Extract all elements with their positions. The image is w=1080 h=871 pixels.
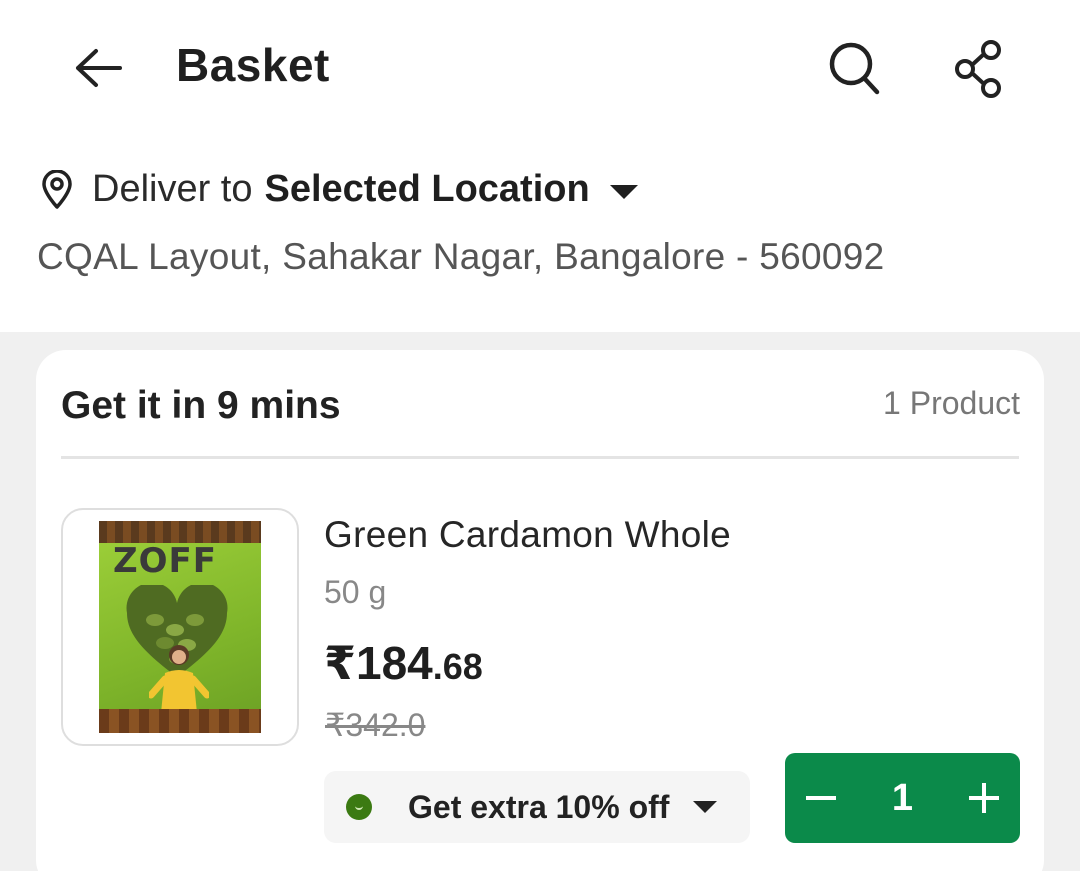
product-count: 1 Product: [883, 385, 1020, 421]
chevron-down-icon: [693, 801, 718, 813]
location-selector[interactable]: Deliver to Selected Location: [38, 168, 638, 211]
product-image[interactable]: ZOFF: [61, 508, 299, 746]
quantity-value: 1: [891, 776, 914, 819]
share-button[interactable]: [946, 36, 1012, 102]
back-button[interactable]: [70, 42, 128, 94]
share-icon: [955, 40, 1001, 98]
page-title: Basket: [176, 39, 330, 91]
divider: [61, 456, 1019, 459]
price-currency: ₹: [324, 637, 357, 689]
chevron-down-icon: [609, 184, 638, 199]
search-button[interactable]: [822, 36, 888, 102]
product-price: ₹184.68: [324, 636, 483, 690]
selected-location-label: Selected Location: [264, 168, 590, 210]
quantity-stepper: 1: [785, 753, 1020, 843]
search-icon: [829, 42, 880, 95]
offer-label: Get extra 10% off: [408, 788, 670, 825]
offer-badge-icon: [346, 794, 372, 820]
location-pin-icon: [38, 169, 76, 210]
product-name[interactable]: Green Cardamon Whole: [324, 514, 731, 556]
product-pack-illustration: ZOFF: [99, 521, 261, 733]
decrease-quantity-button[interactable]: [785, 753, 857, 843]
product-mrp: ₹342.0: [325, 707, 426, 743]
price-decimal: .68: [432, 646, 483, 687]
increase-quantity-button[interactable]: [948, 753, 1020, 843]
brand-logo: ZOFF: [113, 541, 218, 581]
basket-card: Get it in 9 mins 1 Product ZOFF Green Ca…: [36, 350, 1044, 871]
arrow-left-icon: [76, 49, 122, 87]
minus-icon: [806, 796, 836, 800]
product-weight: 50 g: [324, 574, 387, 610]
delivery-eta: Get it in 9 mins: [61, 384, 341, 427]
delivery-address: CQAL Layout, Sahakar Nagar, Bangalore - …: [37, 236, 885, 277]
extra-offer-dropdown[interactable]: Get extra 10% off: [324, 771, 750, 843]
deliver-to-label: Deliver to: [92, 168, 253, 210]
plus-icon: [968, 783, 999, 813]
price-integer: 184: [356, 637, 433, 689]
app-header: Basket: [0, 0, 1080, 135]
delivery-location-section: Deliver to Selected Location CQAL Layout…: [0, 140, 1080, 332]
